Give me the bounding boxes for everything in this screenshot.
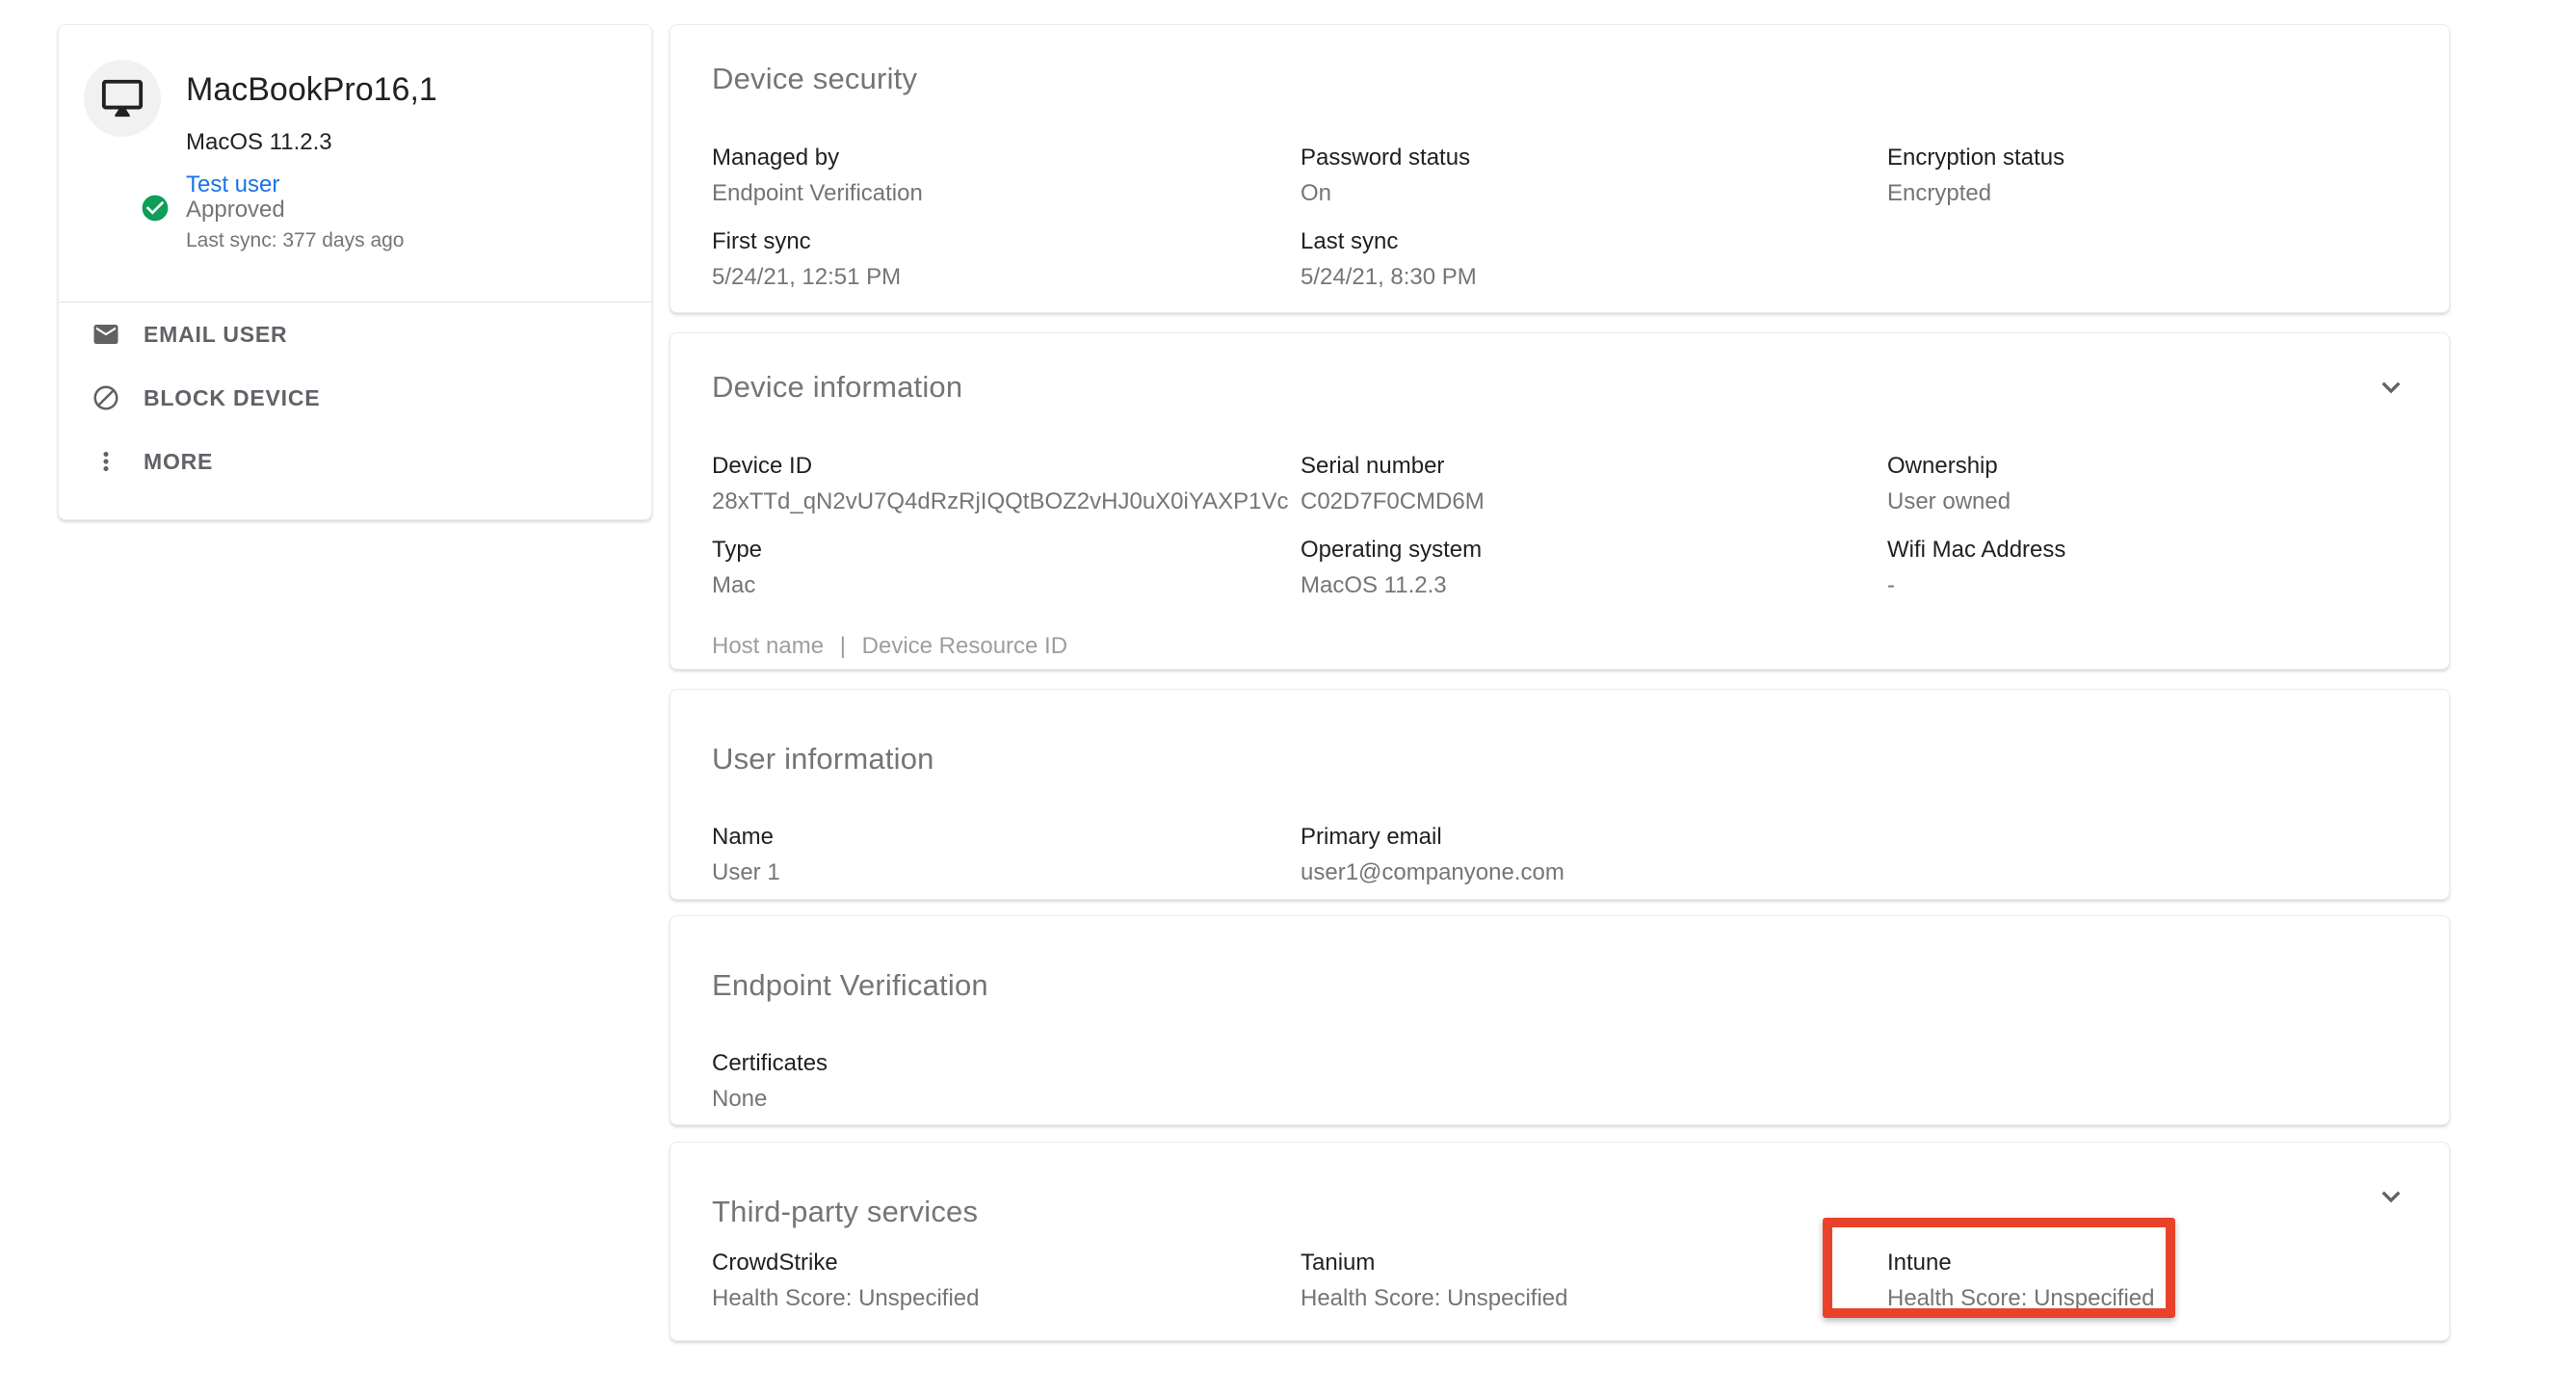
field-type: Type Mac bbox=[712, 536, 1301, 600]
field-tanium: Tanium Health Score: Unspecified bbox=[1301, 1249, 1887, 1313]
field-ownership: Ownership User owned bbox=[1887, 452, 2407, 516]
section-title: Endpoint Verification bbox=[712, 968, 2407, 1003]
field-password-status: Password status On bbox=[1301, 144, 1887, 208]
status-last-sync: Last sync: 377 days ago bbox=[186, 229, 404, 252]
section-title: User information bbox=[712, 742, 2407, 776]
field-certificates: Certificates None bbox=[712, 1049, 1301, 1114]
field-serial-number: Serial number C02D7F0CMD6M bbox=[1301, 452, 1887, 516]
field-operating-system: Operating system MacOS 11.2.3 bbox=[1301, 536, 1887, 600]
device-information-footer: Host name | Device Resource ID bbox=[712, 633, 2407, 660]
collapse-third-party-services-button[interactable] bbox=[2370, 1175, 2412, 1218]
block-icon bbox=[92, 383, 120, 412]
card-user-information: User information Name User 1 Primary ema… bbox=[670, 689, 2450, 900]
block-device-label: BLOCK DEVICE bbox=[144, 385, 320, 411]
device-user-link[interactable]: Test user bbox=[186, 171, 279, 198]
chevron-down-icon bbox=[2372, 394, 2410, 408]
section-title: Device security bbox=[712, 62, 2407, 96]
card-endpoint-verification: Endpoint Verification Certificates None bbox=[670, 915, 2450, 1125]
desktop-icon bbox=[100, 76, 145, 120]
host-name-link: Host name bbox=[712, 633, 824, 659]
field-last-sync: Last sync 5/24/21, 8:30 PM bbox=[1301, 227, 1887, 292]
user-information-fields: Name User 1 Primary email user1@companyo… bbox=[712, 823, 2407, 887]
footer-separator: | bbox=[840, 633, 846, 659]
card-device-security: Device security Managed by Endpoint Veri… bbox=[670, 24, 2450, 313]
field-crowdstrike: CrowdStrike Health Score: Unspecified bbox=[712, 1249, 1301, 1313]
more-vert-icon bbox=[92, 447, 120, 476]
more-button[interactable]: MORE bbox=[59, 430, 651, 493]
field-managed-by: Managed by Endpoint Verification bbox=[712, 144, 1301, 208]
device-os: MacOS 11.2.3 bbox=[186, 129, 332, 156]
device-title: MacBookPro16,1 bbox=[186, 71, 437, 109]
device-information-fields: Device ID 28xTTd_qN2vU7Q4dRzRjIQQtBOZ2vH… bbox=[712, 452, 2407, 600]
field-device-id: Device ID 28xTTd_qN2vU7Q4dRzRjIQQtBOZ2vH… bbox=[712, 452, 1301, 516]
email-user-label: EMAIL USER bbox=[144, 322, 287, 348]
device-security-fields: Managed by Endpoint Verification Passwor… bbox=[712, 144, 2407, 292]
card-device-information: Device information Device ID 28xTTd_qN2v… bbox=[670, 332, 2450, 670]
chevron-down-icon bbox=[2372, 1203, 2410, 1218]
block-device-button[interactable]: BLOCK DEVICE bbox=[59, 366, 651, 430]
field-first-sync: First sync 5/24/21, 12:51 PM bbox=[712, 227, 1301, 292]
more-label: MORE bbox=[144, 449, 213, 475]
device-actions: EMAIL USER BLOCK DEVICE MORE bbox=[59, 303, 651, 493]
email-user-button[interactable]: EMAIL USER bbox=[59, 303, 651, 366]
third-party-fields: CrowdStrike Health Score: Unspecified Ta… bbox=[712, 1249, 2407, 1313]
device-avatar bbox=[84, 60, 161, 137]
status-approved: Approved bbox=[186, 197, 285, 224]
approved-check-icon bbox=[140, 193, 171, 224]
section-title: Third-party services bbox=[712, 1195, 2407, 1229]
email-icon bbox=[92, 320, 120, 349]
card-third-party-services: Third-party services CrowdStrike Health … bbox=[670, 1142, 2450, 1341]
field-primary-email: Primary email user1@companyone.com bbox=[1301, 823, 1887, 887]
collapse-device-information-button[interactable] bbox=[2370, 366, 2412, 408]
field-wifi-mac-address: Wifi Mac Address - bbox=[1887, 536, 2407, 600]
device-summary-card: MacBookPro16,1 MacOS 11.2.3 Test user Ap… bbox=[58, 24, 652, 520]
device-resource-id-link: Device Resource ID bbox=[862, 633, 1067, 659]
section-title: Device information bbox=[712, 370, 2407, 405]
field-intune: Intune Health Score: Unspecified bbox=[1887, 1249, 2407, 1313]
field-name: Name User 1 bbox=[712, 823, 1301, 887]
endpoint-verification-fields: Certificates None bbox=[712, 1049, 2407, 1114]
field-encryption-status: Encryption status Encrypted bbox=[1887, 144, 2407, 208]
